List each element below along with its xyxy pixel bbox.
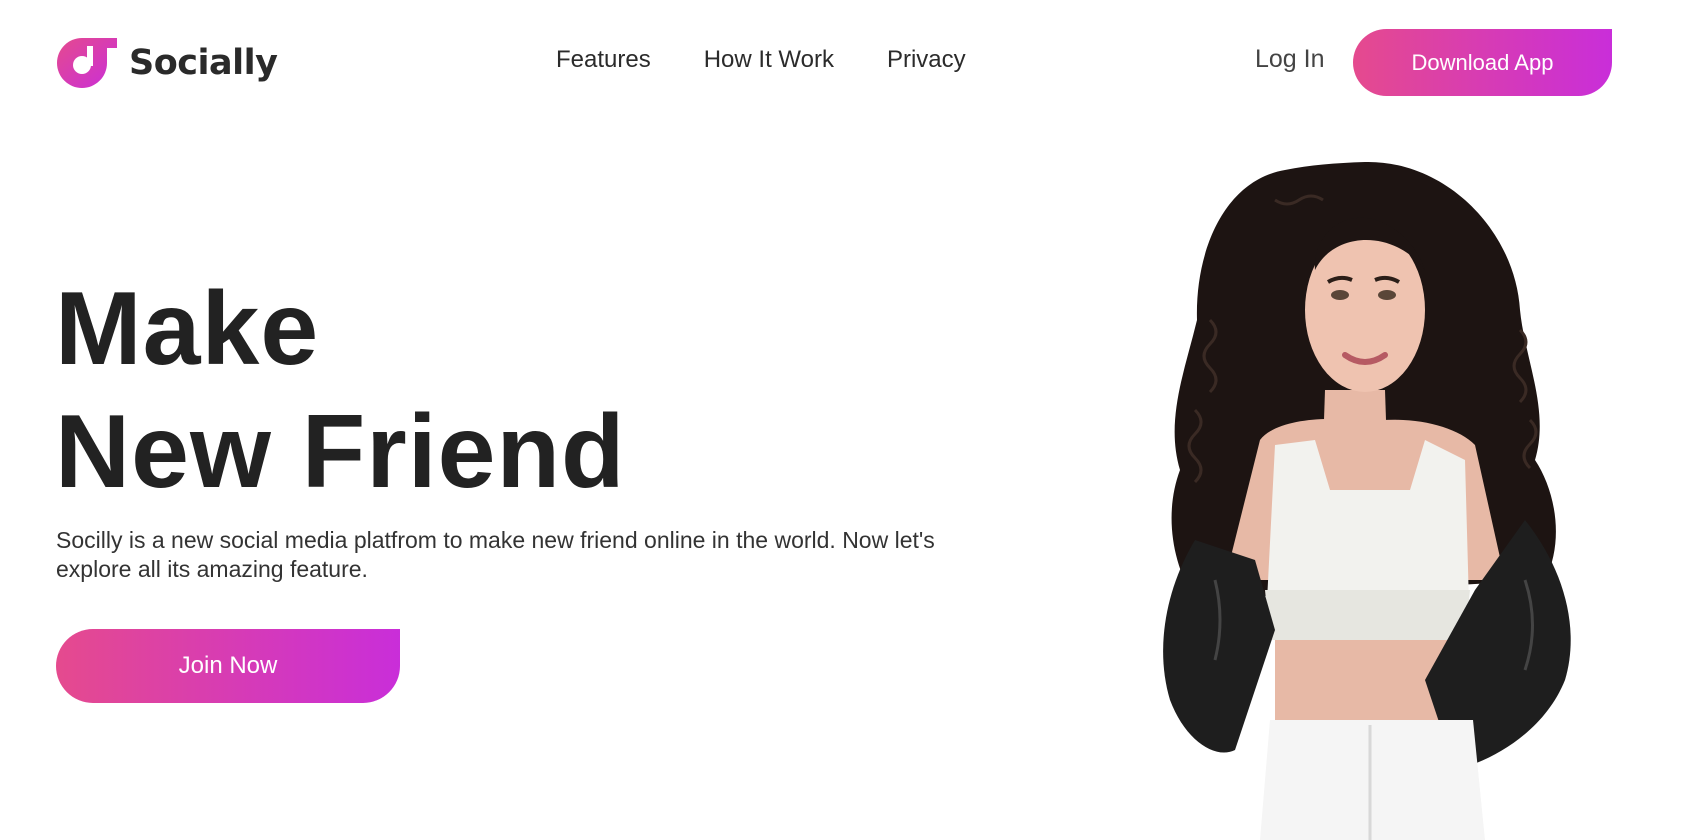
- hero-description: Socilly is a new social media platfrom t…: [56, 527, 935, 582]
- nav-link-how-it-work[interactable]: How It Work: [704, 46, 834, 74]
- main-nav: Features How It Work Privacy: [556, 46, 966, 74]
- brand-name: Socially: [129, 43, 278, 83]
- hero-title-line-1: Make: [55, 271, 320, 387]
- woman-with-curly-hair-photo: [1163, 161, 1571, 840]
- nav-link-features[interactable]: Features: [556, 46, 651, 74]
- brand-logo[interactable]: Socially: [55, 36, 278, 90]
- hero-title-line-2: New Friend: [55, 394, 626, 510]
- join-now-button[interactable]: Join Now: [56, 629, 400, 703]
- hero-title: Make New Friend: [55, 268, 626, 514]
- login-link[interactable]: Log In: [1255, 45, 1325, 74]
- nav-link-privacy[interactable]: Privacy: [887, 46, 966, 74]
- music-note-logo-icon: [57, 38, 117, 88]
- download-app-button[interactable]: Download App: [1353, 29, 1612, 96]
